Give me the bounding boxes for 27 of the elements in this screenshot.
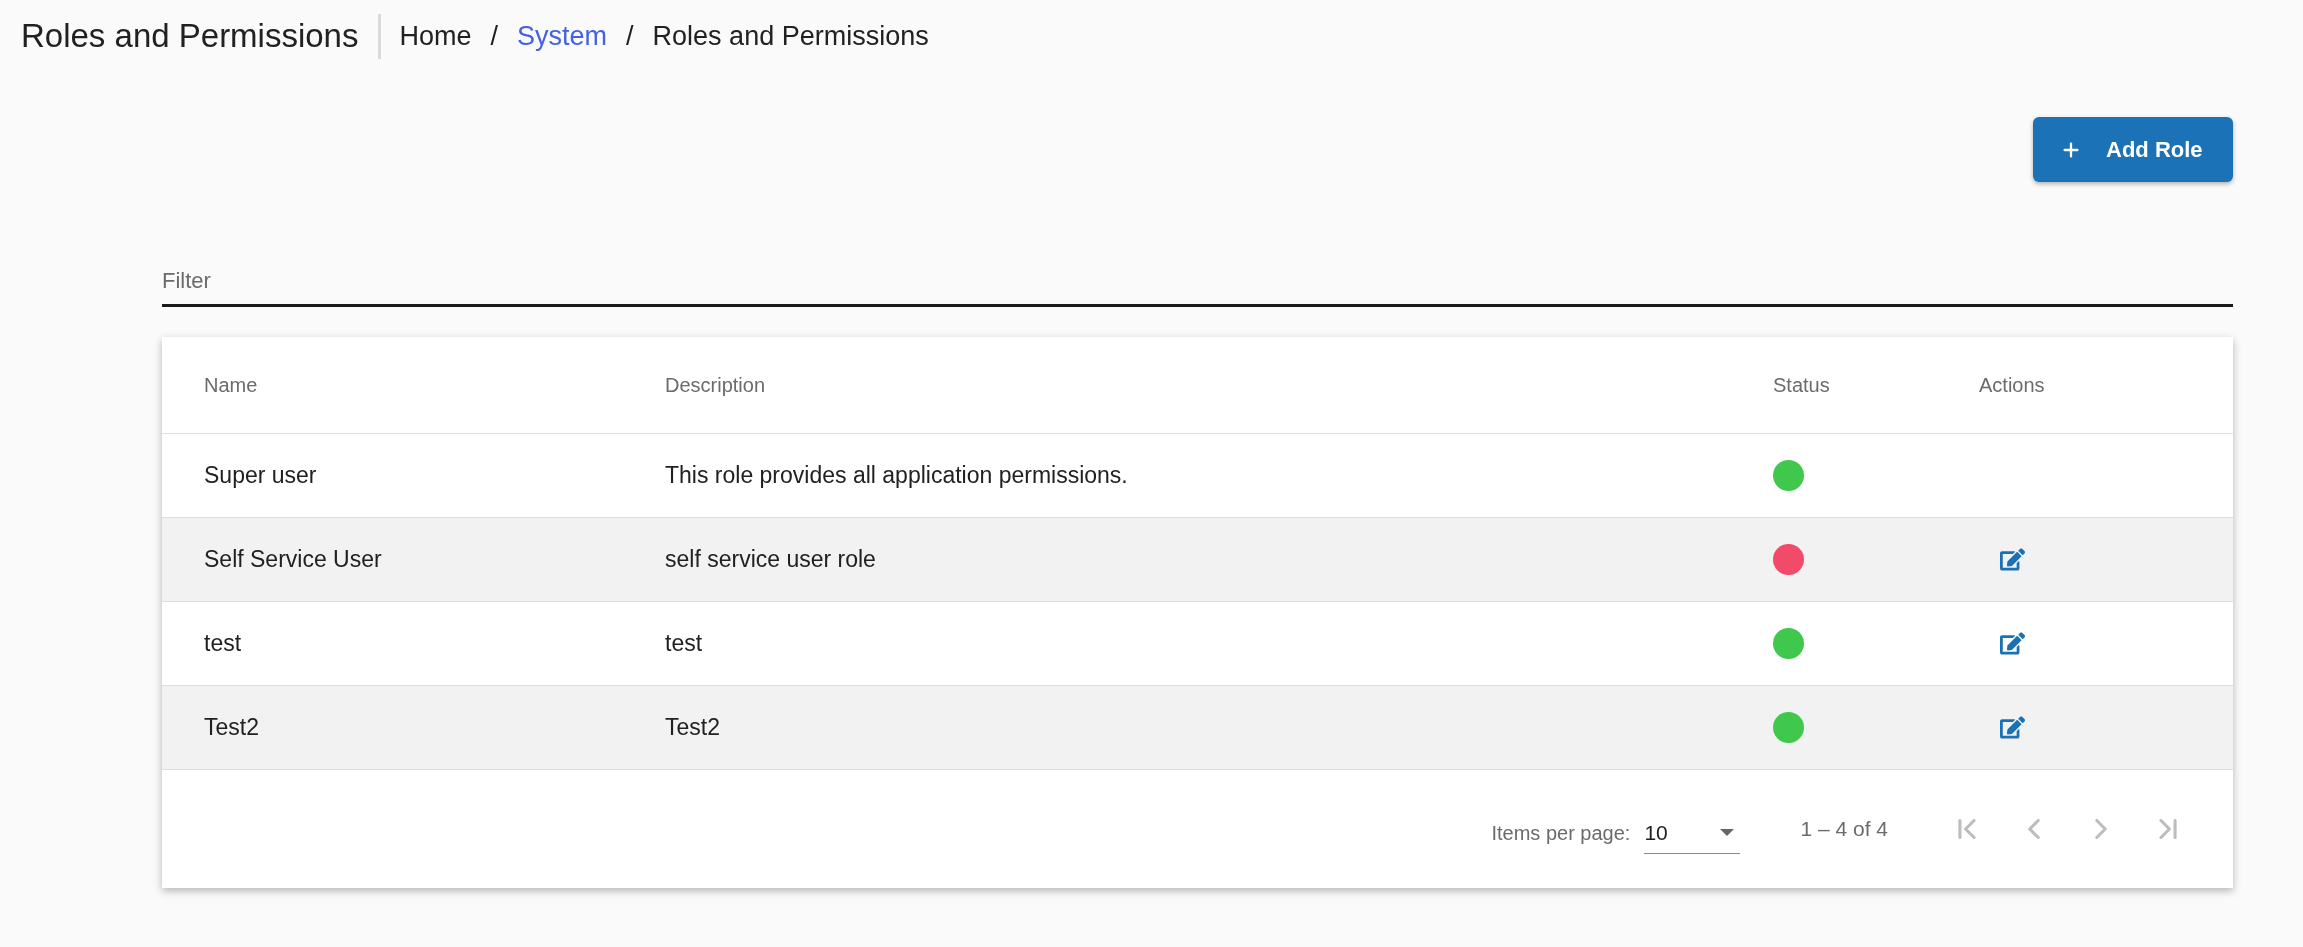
breadcrumb-item: Roles and Permissions (652, 19, 929, 53)
table-cell: Super user (204, 462, 317, 489)
column-header: Description (665, 374, 766, 396)
breadcrumb-separator: / (490, 19, 499, 53)
breadcrumb-separator: / (626, 19, 634, 53)
items-per-page-label: Items per page: (1491, 821, 1631, 846)
breadcrumb-link[interactable]: System (517, 15, 608, 57)
column-header: Name (204, 374, 258, 396)
edit-icon[interactable] (2000, 548, 2025, 571)
page-range: 1 – 4 of 4 (1800, 816, 1888, 843)
edit-icon[interactable] (2000, 716, 2025, 739)
table-cell: test (204, 630, 242, 657)
items-per-page-select[interactable]: 10 (1644, 812, 1741, 854)
table-cell: This role provides all application permissions. (665, 462, 1128, 489)
table-cell: Test2 (204, 714, 259, 741)
column-header: Status (1773, 374, 1830, 396)
edit-icon[interactable] (2000, 632, 2025, 655)
caret-down-icon (1720, 829, 1735, 836)
breadcrumb-item: Home (399, 19, 472, 53)
page-title: Roles and Permissions (21, 16, 359, 57)
table-cell: Test2 (665, 714, 720, 741)
table-cell: Self Service User (204, 546, 382, 573)
filter-field[interactable]: Filter (162, 258, 2233, 307)
table-cell: self service user role (665, 546, 876, 573)
add-role-button[interactable]: Add Role (2033, 117, 2233, 182)
table-cell: test (665, 630, 703, 657)
column-header: Actions (1979, 374, 2045, 396)
